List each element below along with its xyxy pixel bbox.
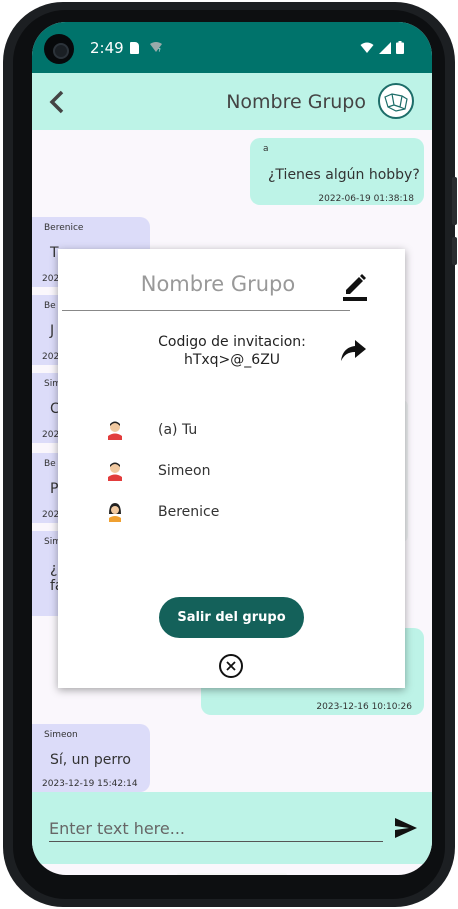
cell-signal-icon [379,41,391,54]
message-sender: Be [44,459,56,469]
member-row: (a) Tu [106,420,356,442]
back-arrow-icon [49,90,64,114]
screen: 2:49 ? Nombre Grupo a ¿Tienes algún hobb… [32,22,432,875]
svg-text:?: ? [158,48,161,53]
share-arrow-icon [341,340,366,361]
message-bubble[interactable]: a ¿Tienes algún hobby? 2022-06-19 01:38:… [250,138,424,205]
message-text: ¿Tienes algún hobby? [268,167,420,183]
member-row: Berenice [106,502,356,524]
group-title[interactable]: Nombre Grupo [226,91,366,113]
group-info-dialog: Nombre Grupo Codigo de invitacion: hTxq>… [58,249,405,688]
message-sender: Berenice [44,223,84,233]
message-time: 202 [42,274,60,284]
leave-group-button[interactable]: Salir del grupo [159,597,304,638]
group-avatar[interactable] [378,83,414,119]
power-button [452,237,457,265]
message-input[interactable] [49,816,383,842]
message-time: 2023-12-16 10:10:26 [316,702,412,712]
status-bar: 2:49 ? [32,22,432,73]
message-time: 202 [42,510,60,520]
message-bubble[interactable]: Simeon Sí, un perro 2023-12-19 15:42:14 [32,724,150,792]
back-button[interactable] [46,89,68,115]
edit-pencil-icon [343,274,367,301]
edit-name-button[interactable] [341,271,369,301]
member-row: Simeon [106,461,356,483]
volume-button [452,177,457,225]
message-time: 2023-12-19 15:42:14 [42,779,138,789]
message-sender: a [263,144,269,154]
member-name: (a) Tu [158,422,198,438]
status-icons [360,41,404,54]
female-avatar-icon [109,503,121,522]
close-dialog-button[interactable] [219,654,243,678]
invite-code-value[interactable]: hTxq>@_6ZU [148,351,316,369]
message-sender: Simeon [44,730,78,740]
send-button[interactable] [394,816,418,840]
wifi-icon [360,42,374,53]
member-name: Simeon [158,463,211,479]
app-bar: Nombre Grupo [32,73,432,130]
message-sender: Be [44,301,56,311]
group-drawing-icon [384,93,408,112]
invite-code-label: Codigo de invitacion: [158,334,306,350]
home-indicator[interactable] [177,873,287,875]
send-icon [395,818,417,838]
close-icon [226,661,236,671]
message-input-bar [32,792,432,864]
male-avatar-icon [108,421,122,440]
male-avatar-icon [108,462,122,481]
message-time: 202 [42,430,60,440]
sim-card-icon [130,42,139,54]
member-name: Berenice [158,504,220,520]
dialog-group-name[interactable]: Nombre Grupo [88,272,348,296]
status-time: 2:49 [90,39,124,57]
message-time: 202 [42,352,60,362]
message-text: Sí, un perro [50,752,131,768]
message-time: 2022-06-19 01:38:18 [318,194,414,204]
share-invite-button[interactable] [341,340,367,362]
invite-code-block: Codigo de invitacion: hTxq>@_6ZU [148,333,316,369]
message-text: J [50,323,55,339]
camera-hole [44,34,74,64]
group-name-underline [62,310,350,311]
battery-icon [396,41,404,54]
wifi-question-icon: ? [149,41,163,56]
message-text: ¿ [50,561,58,577]
